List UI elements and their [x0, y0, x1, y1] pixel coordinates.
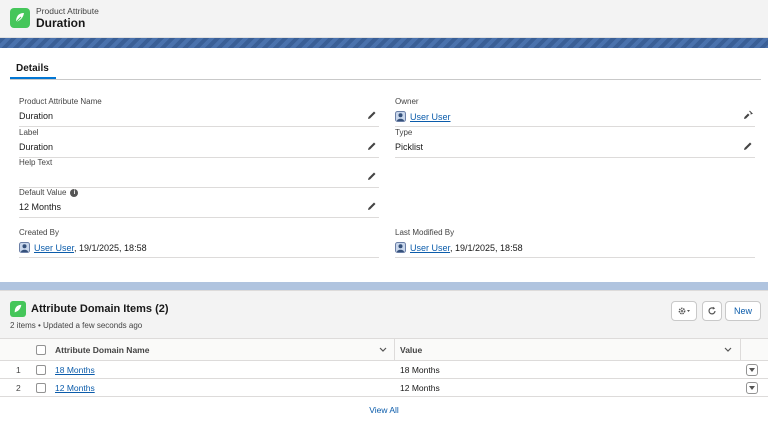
record-title: Duration [36, 16, 86, 30]
field-label-name: Label Duration [19, 128, 379, 158]
column-divider [394, 339, 395, 361]
view-all-link[interactable]: View All [0, 405, 768, 415]
related-list-subtitle: 2 items • Updated a few seconds ago [10, 321, 143, 330]
domain-item-value: 12 Months [400, 383, 440, 393]
pencil-icon[interactable] [367, 141, 377, 151]
column-header-value[interactable]: Value [400, 339, 422, 361]
new-button[interactable]: New [725, 301, 761, 321]
attribute-domain-icon [10, 301, 26, 317]
domain-item-link[interactable]: 18 Months [55, 365, 95, 375]
tab-details[interactable]: Details [16, 63, 49, 74]
field-value: Duration [19, 111, 54, 121]
related-list-title[interactable]: Attribute Domain Items (2) [31, 303, 169, 315]
field-owner: Owner User User [395, 97, 755, 127]
field-default-value: Default Value i 12 Months [19, 188, 379, 218]
user-avatar-icon [19, 242, 30, 253]
field-label: Label [19, 128, 39, 137]
column-header-attribute-domain-name[interactable]: Attribute Domain Name [55, 339, 149, 361]
refresh-button[interactable] [702, 301, 722, 321]
list-settings-button[interactable] [671, 301, 697, 321]
field-label: Help Text [19, 158, 53, 167]
table-row: 2 12 Months 12 Months [0, 379, 768, 397]
field-last-modified-by: Last Modified By User User, 19/1/2025, 1… [395, 228, 755, 258]
created-by-user-link[interactable]: User User [34, 243, 74, 253]
row-actions-button[interactable] [746, 382, 758, 394]
modified-date: , 19/1/2025, 18:58 [450, 242, 523, 253]
record-header: Product Attribute Duration [0, 0, 768, 38]
column-divider [740, 339, 741, 361]
user-avatar-icon [395, 111, 406, 122]
table-row: 1 18 Months 18 Months [0, 361, 768, 379]
related-list-header: Attribute Domain Items (2) 2 items • Upd… [0, 291, 768, 339]
field-product-attribute-name: Product Attribute Name Duration [19, 97, 379, 127]
field-label: Default Value [19, 188, 67, 197]
row-checkbox[interactable] [36, 383, 46, 393]
field-value: 12 Months [19, 202, 62, 212]
related-list-card: Attribute Domain Items (2) 2 items • Upd… [0, 290, 768, 423]
gear-icon [678, 307, 690, 315]
select-all-checkbox[interactable] [36, 345, 46, 355]
created-date: , 19/1/2025, 18:58 [74, 242, 147, 253]
pencil-icon[interactable] [743, 141, 753, 151]
tab-divider [10, 79, 761, 80]
change-owner-icon[interactable] [743, 110, 753, 120]
field-created-by: Created By User User, 19/1/2025, 18:58 [19, 228, 379, 258]
chevron-down-icon [749, 368, 755, 372]
chevron-down-icon[interactable] [379, 347, 387, 353]
row-number: 2 [16, 383, 21, 393]
row-actions-button[interactable] [746, 364, 758, 376]
info-icon[interactable]: i [70, 188, 79, 197]
row-number: 1 [16, 365, 21, 375]
refresh-icon [708, 306, 716, 315]
row-checkbox[interactable] [36, 365, 46, 375]
field-label: Owner [395, 97, 419, 106]
field-value: Duration [19, 142, 54, 152]
field-label: Type [395, 128, 413, 137]
details-card: Details Product Attribute Name Duration … [0, 48, 768, 282]
field-label: Last Modified By [395, 228, 455, 237]
decorative-band [0, 38, 768, 48]
pencil-icon[interactable] [367, 171, 377, 181]
field-label: Created By [19, 228, 60, 237]
table-header: Attribute Domain Name Value [0, 339, 768, 361]
field-value: Picklist [395, 142, 424, 152]
pencil-icon[interactable] [367, 110, 377, 120]
product-attribute-icon [10, 8, 30, 28]
user-avatar-icon [395, 242, 406, 253]
domain-item-value: 18 Months [400, 365, 440, 375]
modified-by-user-link[interactable]: User User [410, 243, 450, 253]
chevron-down-icon[interactable] [724, 347, 732, 353]
field-help-text: Help Text [19, 158, 379, 188]
chevron-down-icon [749, 386, 755, 390]
field-type: Type Picklist [395, 128, 755, 158]
pencil-icon[interactable] [367, 201, 377, 211]
field-label: Product Attribute Name [19, 97, 102, 106]
domain-item-link[interactable]: 12 Months [55, 383, 95, 393]
object-type-label: Product Attribute [36, 6, 99, 16]
owner-user-link[interactable]: User User [410, 112, 451, 122]
